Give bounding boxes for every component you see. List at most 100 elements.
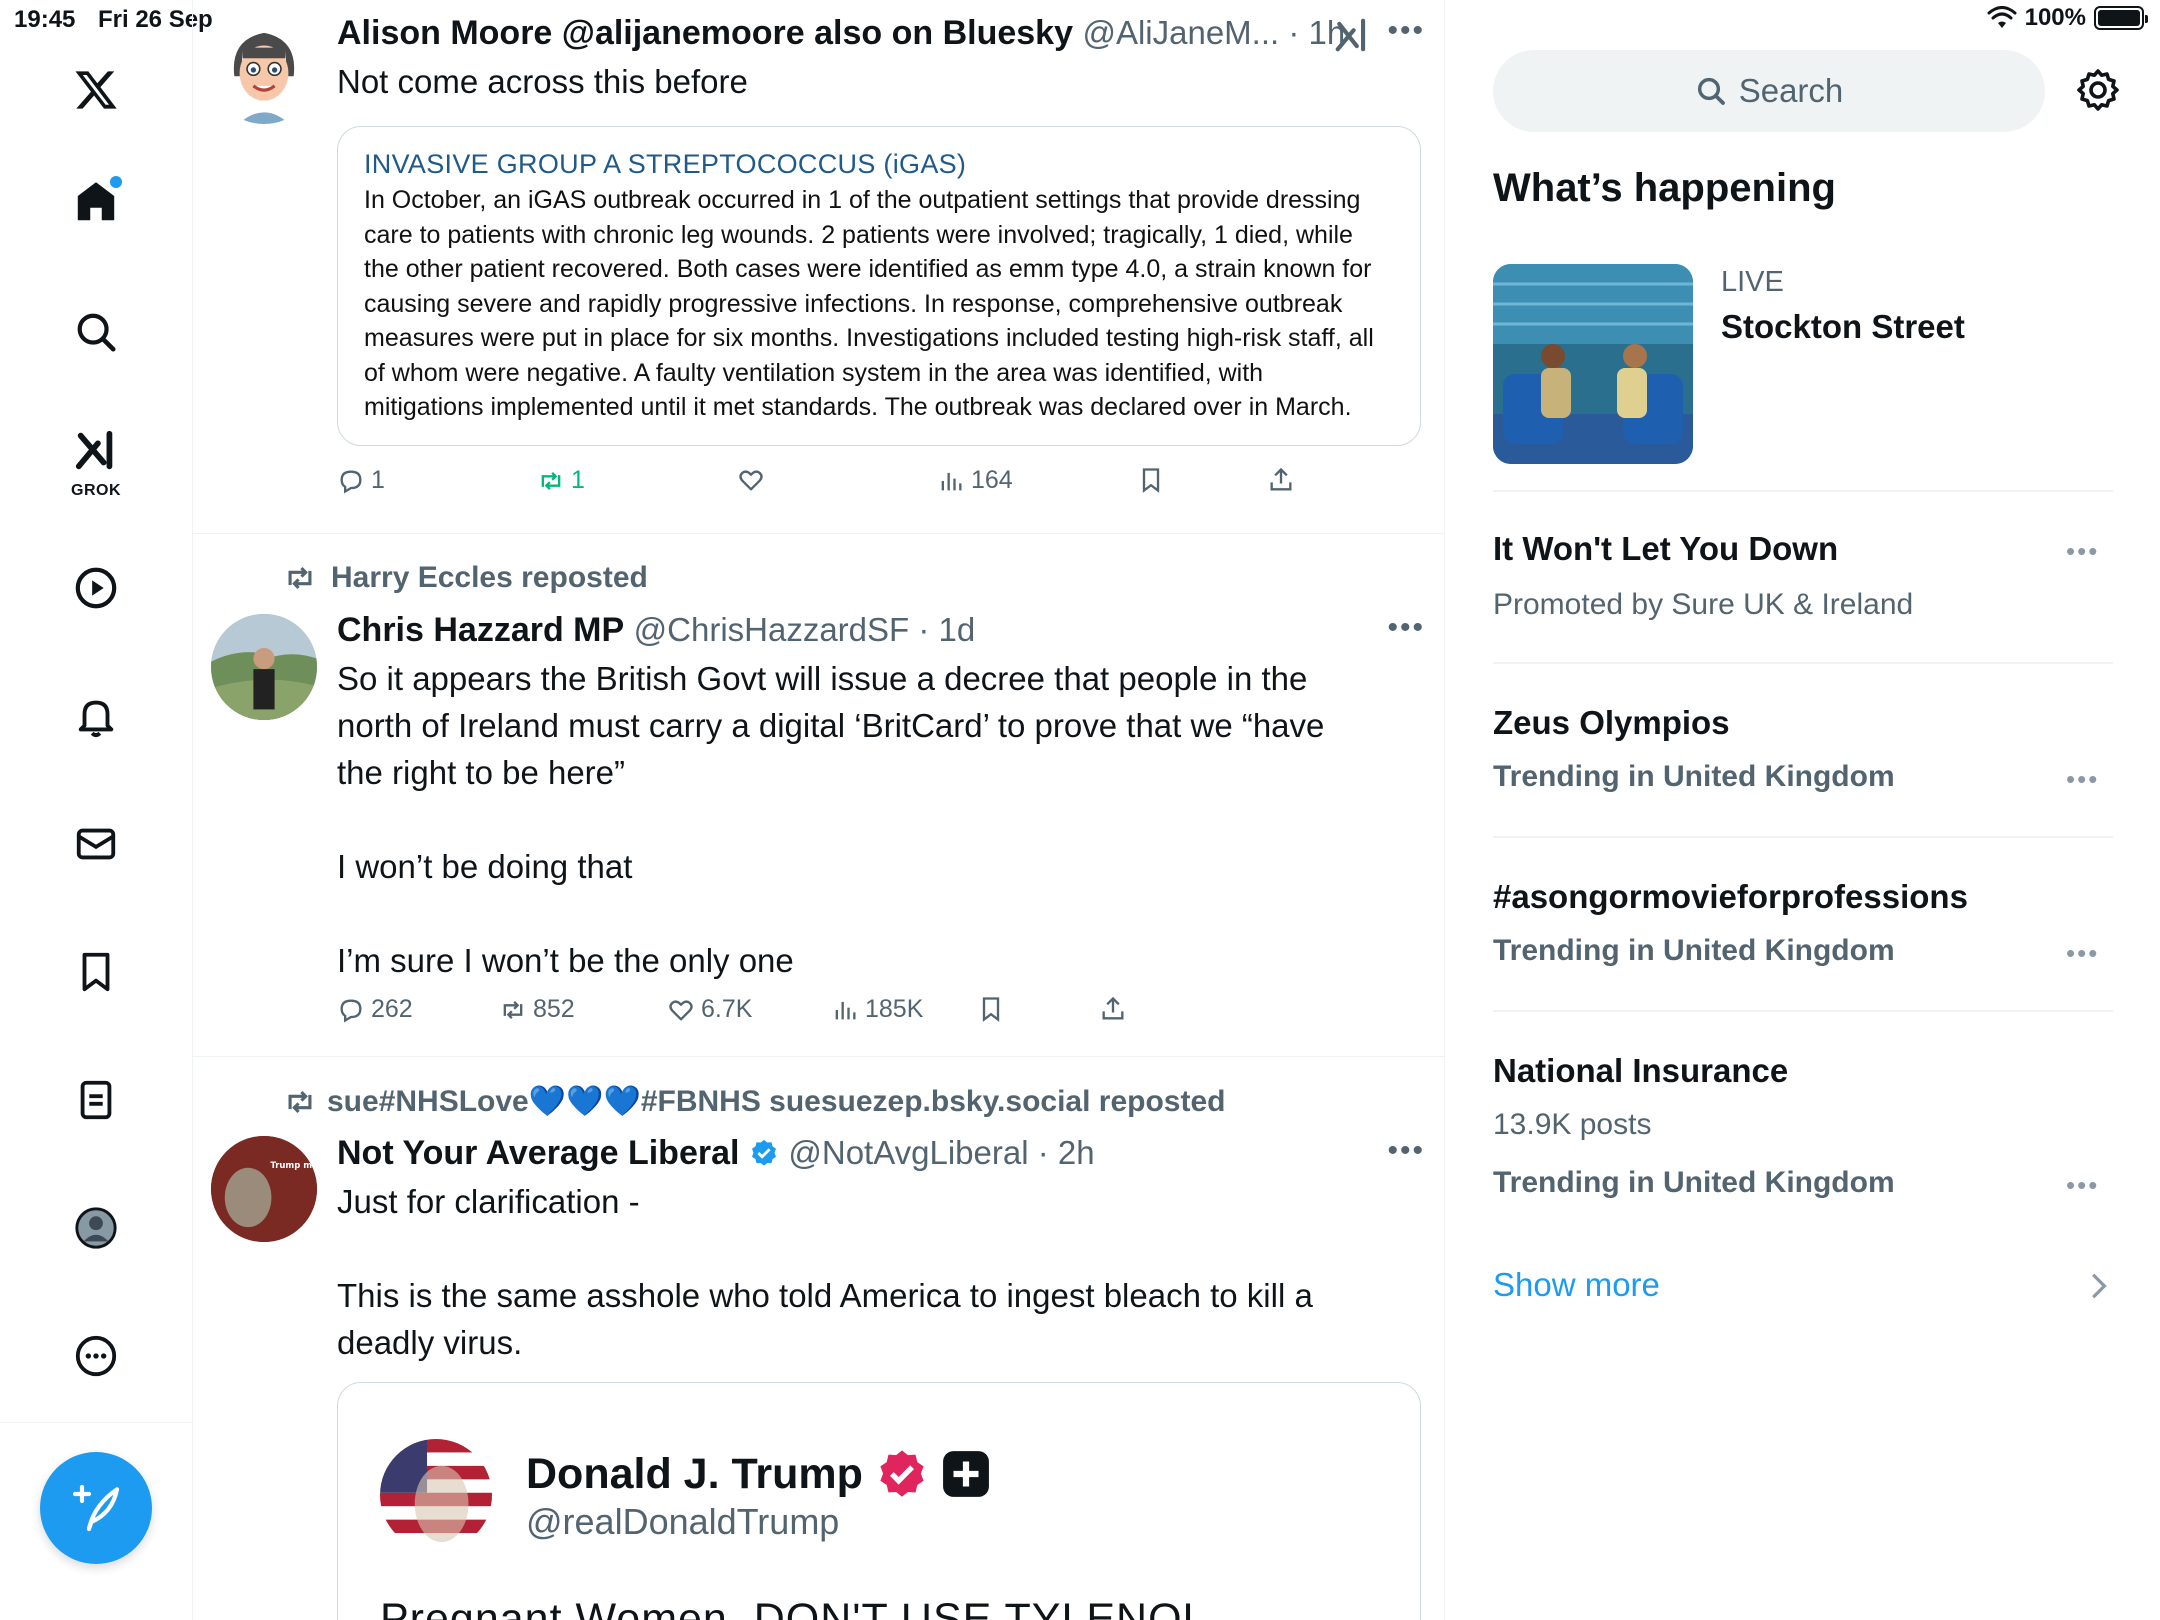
settings-gear-icon[interactable]: [2074, 66, 2122, 114]
views-button[interactable]: 185K: [831, 995, 923, 1024]
live-event-title[interactable]: Stockton Street: [1721, 308, 1965, 346]
avatar[interactable]: Trump might be America's Hitler: [211, 1136, 317, 1242]
more-options-icon[interactable]: •••: [1387, 14, 1425, 48]
more-options-icon[interactable]: •••: [1387, 1134, 1425, 1168]
post[interactable]: Harry Eccles reposted Chris Hazzard MP @…: [193, 535, 1444, 1057]
cartoon-avatar-icon: [211, 18, 317, 124]
share-icon: [1270, 467, 1292, 491]
divider: [1493, 662, 2113, 664]
like-button[interactable]: 6.7K: [667, 995, 752, 1024]
author-handle[interactable]: @AliJaneM... · 1h: [1082, 14, 1345, 51]
divider: [1493, 836, 2113, 838]
explore-search-icon[interactable]: [56, 292, 136, 372]
post[interactable]: sue#NHSLove💙💙💙#FBNHS suesuezep.bsky.soci…: [193, 1058, 1444, 1620]
image-text-line: measures were put in place for six month…: [364, 324, 1374, 352]
reply-count: 1: [371, 466, 385, 494]
compose-post-button[interactable]: [40, 1452, 152, 1564]
like-count: 6.7K: [701, 995, 753, 1023]
views-button[interactable]: 164: [937, 466, 1013, 495]
avatar[interactable]: [211, 614, 317, 720]
quoted-author-name: Donald J. Trump: [526, 1449, 863, 1498]
trend-title[interactable]: #asongormovieforprofessions: [1493, 878, 1968, 916]
post[interactable]: Alison Moore @alijanemoore also on Blues…: [193, 0, 1444, 534]
lists-icon[interactable]: [56, 1060, 136, 1140]
bookmark-button[interactable]: [1137, 466, 1165, 494]
trend-title[interactable]: National Insurance: [1493, 1052, 1788, 1090]
more-options-icon[interactable]: •••: [1387, 611, 1425, 645]
views-count: 164: [971, 466, 1013, 494]
notifications-bell-icon[interactable]: [56, 676, 136, 756]
heart-icon: [669, 999, 693, 1020]
image-text-line: the other patient recovered. Both cases …: [364, 255, 1372, 283]
search-icon: [1697, 77, 1725, 105]
live-tag: LIVE: [1721, 266, 1784, 298]
left-nav: GROK: [0, 0, 193, 1620]
trend-title[interactable]: It Won't Let You Down: [1493, 530, 1838, 568]
share-button[interactable]: [1099, 995, 1127, 1023]
home-icon[interactable]: [56, 162, 136, 242]
reply-count: 262: [371, 995, 413, 1023]
quoted-text: Pregnant Women, DON'T USE TYLENOL: [380, 1595, 1208, 1620]
trend-more-options-icon[interactable]: •••: [2066, 536, 2099, 567]
repost-button[interactable]: 852: [499, 995, 575, 1024]
trend-more-options-icon[interactable]: •••: [2066, 1170, 2099, 1201]
reposted-by-suffix: #FBNHS suesuezep.bsky.social reposted: [640, 1085, 1226, 1118]
views-chart-icon: [835, 1001, 856, 1019]
bookmarks-icon[interactable]: [56, 932, 136, 1012]
reply-button[interactable]: 1: [337, 466, 385, 495]
search-input[interactable]: Search: [1493, 50, 2045, 132]
show-more-link[interactable]: Show more: [1493, 1266, 1660, 1304]
more-options-icon[interactable]: [56, 1316, 136, 1396]
post-text: Not come across this before: [337, 63, 748, 100]
bookmark-icon: [1142, 468, 1160, 493]
trend-meta: Trending in United Kingdom: [1493, 934, 1895, 967]
divider: [1493, 1010, 2113, 1012]
image-body: In October, an iGAS outbreak occurred in…: [364, 183, 1406, 425]
live-event-image: [1493, 264, 1693, 464]
quoted-author-row: Donald J. Trump: [526, 1447, 991, 1501]
repost-icon: [288, 1090, 312, 1113]
quoted-avatar: [380, 1439, 492, 1551]
live-event-thumbnail[interactable]: [1493, 264, 1693, 464]
author-name[interactable]: Chris Hazzard MP: [337, 611, 624, 649]
chevron-right-icon[interactable]: [2086, 1270, 2110, 1302]
quoted-post-image[interactable]: Donald J. Trump @realDonaldTrump Pregnan…: [337, 1382, 1421, 1620]
reply-button[interactable]: 262: [337, 995, 413, 1024]
quoted-author-handle: @realDonaldTrump: [526, 1501, 840, 1542]
search-placeholder: Search: [1738, 72, 1844, 109]
profile-avatar-icon[interactable]: [56, 1188, 136, 1268]
trend-title[interactable]: Zeus Olympios: [1493, 704, 1730, 742]
trend-meta: Trending in United Kingdom: [1493, 1166, 1895, 1199]
post-header: Not Your Average Liberal @NotAvgLiberal …: [337, 1134, 1095, 1173]
trend-more-options-icon[interactable]: •••: [2066, 764, 2099, 795]
image-title: INVASIVE GROUP A STREPTOCOCCUS (iGAS): [364, 149, 967, 179]
share-button[interactable]: [1267, 466, 1295, 494]
reposted-by[interactable]: Harry Eccles reposted: [331, 561, 648, 595]
messages-mail-icon[interactable]: [56, 804, 136, 884]
author-handle[interactable]: @NotAvgLiberal · 2h: [788, 1134, 1094, 1171]
image-text-line: of whom were negative. A faulty ventilat…: [364, 358, 1264, 387]
bookmark-button[interactable]: [977, 995, 1005, 1023]
reply-icon: [340, 469, 362, 494]
timeline: Alison Moore @alijanemoore also on Blues…: [193, 0, 1445, 1620]
video-icon[interactable]: [56, 548, 136, 628]
repost-indicator: sue#NHSLove💙💙💙#FBNHS suesuezep.bsky.soci…: [283, 1084, 1225, 1119]
attached-image-card[interactable]: INVASIVE GROUP A STREPTOCOCCUS (iGAS) In…: [337, 126, 1421, 446]
author-handle[interactable]: @ChrisHazzardSF · 1d: [634, 611, 976, 648]
x-logo-icon[interactable]: [56, 50, 136, 130]
grok-icon[interactable]: GROK: [56, 418, 136, 502]
trend-more-options-icon[interactable]: •••: [2066, 938, 2099, 969]
author-name[interactable]: Alison Moore @alijanemoore also on Blues…: [337, 14, 1073, 52]
like-button[interactable]: [737, 466, 771, 494]
repost-button[interactable]: 1: [537, 466, 585, 495]
section-heading: What’s happening: [1493, 166, 1836, 210]
grok-analyze-icon[interactable]: [1333, 16, 1371, 54]
avatar[interactable]: [211, 18, 317, 124]
reply-icon: [340, 998, 362, 1023]
repost-count: 1: [571, 466, 585, 494]
author-name[interactable]: Not Your Average Liberal: [337, 1134, 739, 1172]
reposted-by-name: sue#NHSLove: [327, 1085, 529, 1118]
nav-divider: [0, 1422, 193, 1423]
heart-icon: [739, 470, 763, 491]
reposted-by[interactable]: sue#NHSLove💙💙💙#FBNHS suesuezep.bsky.soci…: [327, 1084, 1225, 1119]
